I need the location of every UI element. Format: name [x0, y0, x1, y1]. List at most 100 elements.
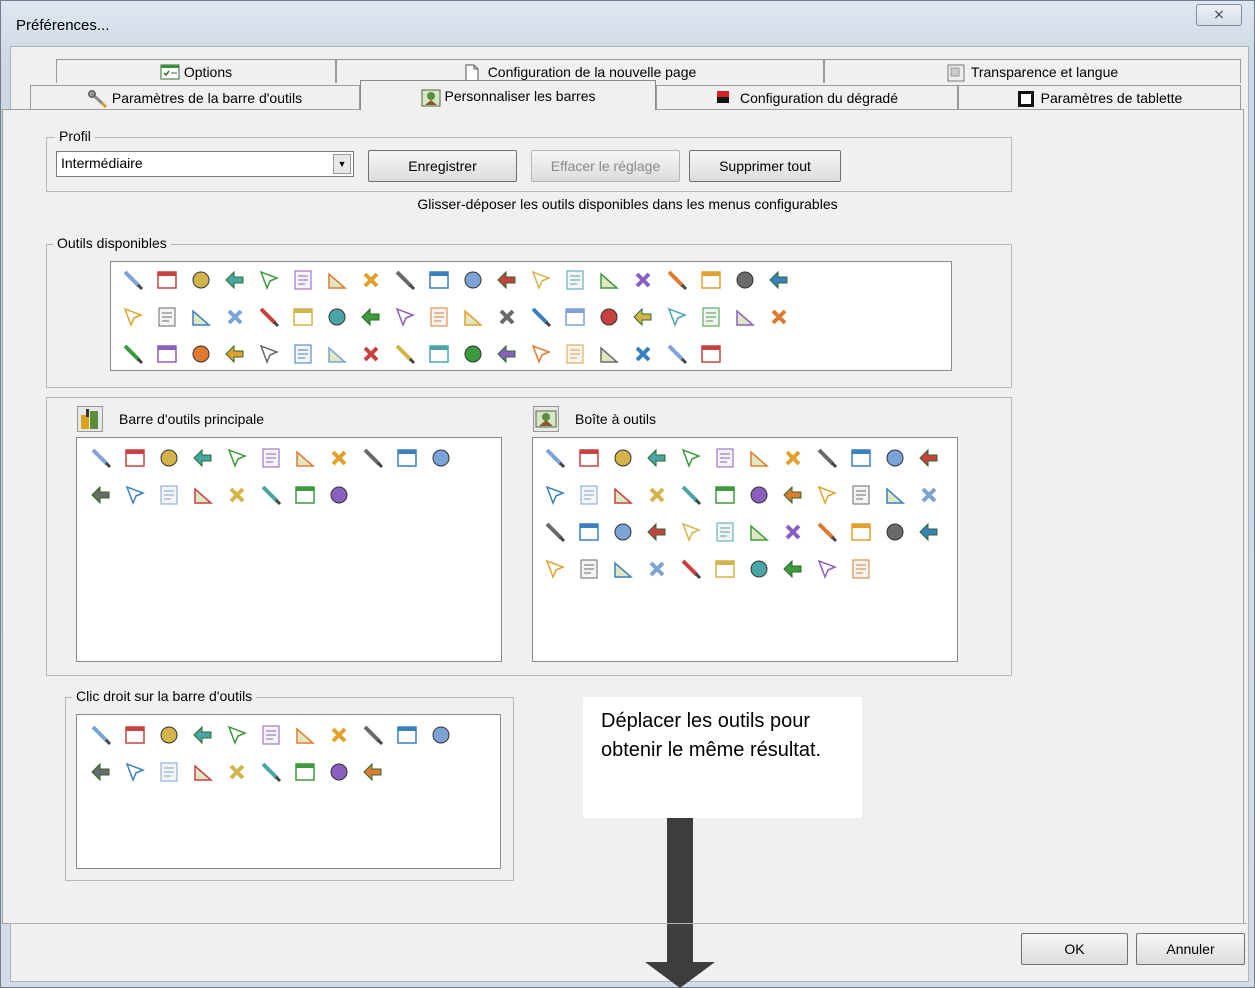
- tool-icon[interactable]: [325, 342, 353, 370]
- tool-icon[interactable]: [361, 723, 389, 751]
- tool-icon[interactable]: [393, 268, 421, 296]
- tool-icon[interactable]: [849, 557, 877, 585]
- tool-icon[interactable]: [645, 483, 673, 511]
- tool-icon[interactable]: [461, 268, 489, 296]
- tool-icon[interactable]: [89, 446, 117, 474]
- tool-icon[interactable]: [293, 446, 321, 474]
- tool-icon[interactable]: [577, 483, 605, 511]
- tool-icon[interactable]: [427, 342, 455, 370]
- tool-icon[interactable]: [883, 446, 911, 474]
- tool-icon[interactable]: [327, 760, 355, 788]
- tool-icon[interactable]: [257, 342, 285, 370]
- tool-icon[interactable]: [917, 483, 945, 511]
- tool-icon[interactable]: [529, 342, 557, 370]
- tool-icon[interactable]: [223, 305, 251, 333]
- tool-icon[interactable]: [359, 305, 387, 333]
- tool-icon[interactable]: [883, 483, 911, 511]
- tool-icon[interactable]: [781, 520, 809, 548]
- tool-icon[interactable]: [699, 305, 727, 333]
- tool-icon[interactable]: [427, 268, 455, 296]
- profile-select[interactable]: Intermédiaire ▼: [56, 151, 354, 177]
- tool-icon[interactable]: [781, 483, 809, 511]
- tool-icon[interactable]: [611, 446, 639, 474]
- tool-icon[interactable]: [679, 557, 707, 585]
- reset-setting-button[interactable]: Effacer le réglage: [531, 150, 680, 182]
- tool-icon[interactable]: [543, 520, 571, 548]
- tool-icon[interactable]: [767, 268, 795, 296]
- tool-icon[interactable]: [699, 268, 727, 296]
- tool-icon[interactable]: [767, 305, 795, 333]
- tool-icon[interactable]: [395, 446, 423, 474]
- tool-icon[interactable]: [157, 723, 185, 751]
- tool-icon[interactable]: [849, 446, 877, 474]
- tool-icon[interactable]: [883, 520, 911, 548]
- tool-icon[interactable]: [815, 557, 843, 585]
- tool-icon[interactable]: [665, 268, 693, 296]
- tool-icon[interactable]: [191, 723, 219, 751]
- tool-icon[interactable]: [259, 446, 287, 474]
- tool-icon[interactable]: [631, 268, 659, 296]
- tool-icon[interactable]: [713, 483, 741, 511]
- tool-icon[interactable]: [293, 723, 321, 751]
- tool-icon[interactable]: [679, 520, 707, 548]
- tool-icon[interactable]: [123, 446, 151, 474]
- tool-icon[interactable]: [291, 268, 319, 296]
- tool-icon[interactable]: [679, 446, 707, 474]
- tool-icon[interactable]: [259, 723, 287, 751]
- tool-icon[interactable]: [123, 723, 151, 751]
- tool-icon[interactable]: [327, 723, 355, 751]
- tool-icon[interactable]: [665, 342, 693, 370]
- main-toolbar-list[interactable]: [76, 437, 502, 662]
- tool-icon[interactable]: [529, 305, 557, 333]
- save-button[interactable]: Enregistrer: [368, 150, 517, 182]
- tool-icon[interactable]: [529, 268, 557, 296]
- tool-icon[interactable]: [495, 305, 523, 333]
- tool-icon[interactable]: [157, 446, 185, 474]
- tool-icon[interactable]: [733, 305, 761, 333]
- tool-icon[interactable]: [123, 760, 151, 788]
- tool-icon[interactable]: [427, 305, 455, 333]
- tool-icon[interactable]: [259, 760, 287, 788]
- tool-icon[interactable]: [191, 483, 219, 511]
- tool-icon[interactable]: [781, 557, 809, 585]
- tool-icon[interactable]: [543, 483, 571, 511]
- tool-icon[interactable]: [395, 723, 423, 751]
- tool-icon[interactable]: [189, 268, 217, 296]
- tool-icon[interactable]: [611, 557, 639, 585]
- tool-icon[interactable]: [123, 483, 151, 511]
- tool-icon[interactable]: [815, 520, 843, 548]
- tool-icon[interactable]: [577, 446, 605, 474]
- tool-icon[interactable]: [917, 446, 945, 474]
- tool-icon[interactable]: [645, 446, 673, 474]
- tool-icon[interactable]: [121, 268, 149, 296]
- tool-icon[interactable]: [713, 446, 741, 474]
- tool-icon[interactable]: [225, 483, 253, 511]
- toolbox-list[interactable]: [532, 437, 958, 662]
- tab-customize-bars[interactable]: Personnaliser les barres: [360, 80, 656, 110]
- tool-icon[interactable]: [849, 483, 877, 511]
- tool-icon[interactable]: [733, 268, 761, 296]
- tool-icon[interactable]: [89, 483, 117, 511]
- tool-icon[interactable]: [747, 557, 775, 585]
- tool-icon[interactable]: [359, 268, 387, 296]
- tool-icon[interactable]: [225, 446, 253, 474]
- tool-icon[interactable]: [429, 723, 457, 751]
- tool-icon[interactable]: [747, 520, 775, 548]
- tool-icon[interactable]: [631, 305, 659, 333]
- tool-icon[interactable]: [361, 760, 389, 788]
- tool-icon[interactable]: [359, 342, 387, 370]
- title-bar[interactable]: Préférences... ⨯: [1, 1, 1254, 47]
- tool-icon[interactable]: [327, 446, 355, 474]
- tool-icon[interactable]: [543, 446, 571, 474]
- tool-icon[interactable]: [257, 268, 285, 296]
- tool-icon[interactable]: [259, 483, 287, 511]
- tool-icon[interactable]: [645, 557, 673, 585]
- tool-icon[interactable]: [713, 520, 741, 548]
- tool-icon[interactable]: [293, 760, 321, 788]
- tool-icon[interactable]: [189, 342, 217, 370]
- tool-icon[interactable]: [597, 305, 625, 333]
- tool-icon[interactable]: [293, 483, 321, 511]
- tool-icon[interactable]: [155, 268, 183, 296]
- tool-icon[interactable]: [679, 483, 707, 511]
- tool-icon[interactable]: [257, 305, 285, 333]
